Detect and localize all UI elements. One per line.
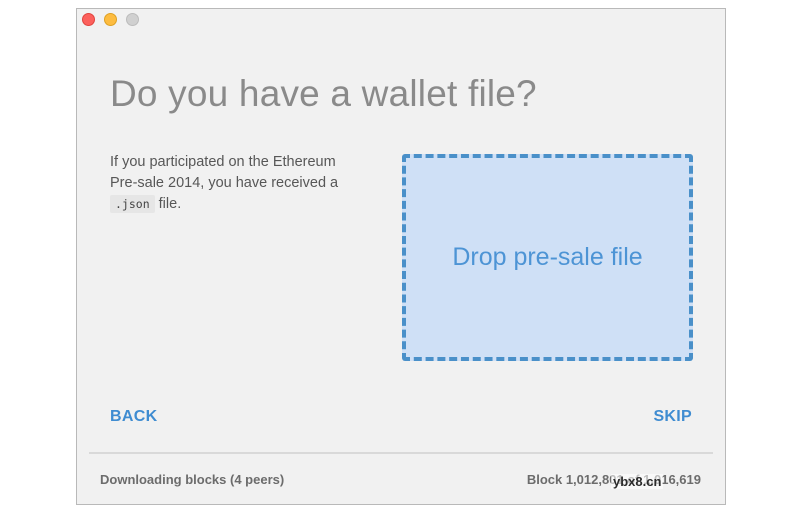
window-controls bbox=[82, 13, 139, 26]
close-window-button[interactable] bbox=[82, 13, 95, 26]
peer-status: Downloading blocks (4 peers) bbox=[100, 472, 285, 487]
json-extension-code: .json bbox=[110, 195, 155, 213]
app-window: Do you have a wallet file? If you partic… bbox=[76, 8, 726, 505]
maximize-window-button[interactable] bbox=[126, 13, 139, 26]
minimize-window-button[interactable] bbox=[104, 13, 117, 26]
back-button[interactable]: BACK bbox=[110, 408, 157, 426]
dropzone-label: Drop pre-sale file bbox=[452, 243, 643, 271]
page-title: Do you have a wallet file? bbox=[110, 73, 537, 114]
presale-description: If you participated on the Ethereum Pre-… bbox=[110, 152, 360, 215]
footer-divider bbox=[89, 452, 713, 454]
presale-file-dropzone[interactable]: Drop pre-sale file bbox=[402, 154, 693, 361]
skip-button[interactable]: SKIP bbox=[653, 408, 692, 426]
watermark-text: ybx8.cn bbox=[611, 474, 664, 489]
description-text: If you participated on the Ethereum Pre-… bbox=[110, 154, 339, 191]
description-text-end: file. bbox=[158, 196, 182, 212]
